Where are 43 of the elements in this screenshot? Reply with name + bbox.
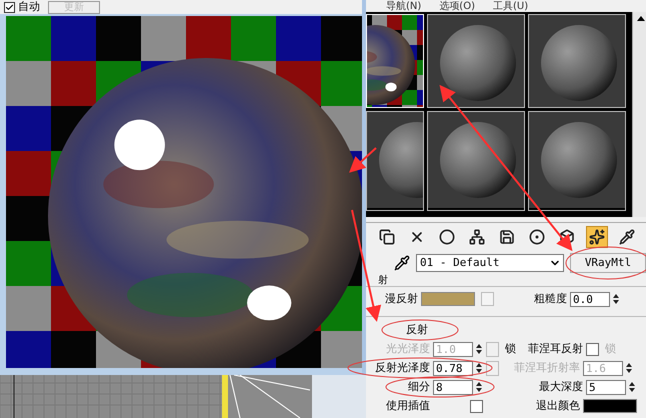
annotation-arrow — [349, 147, 377, 173]
spinner-field[interactable]: 0.0 — [570, 292, 610, 306]
scrollbar[interactable] — [632, 12, 646, 217]
color-swatch[interactable] — [421, 292, 475, 306]
checkbox-label: 自动 — [18, 1, 40, 13]
lock-toggle[interactable] — [486, 342, 499, 356]
param-label: 反射 — [406, 322, 428, 338]
spinner-field[interactable]: 8 — [433, 380, 473, 394]
checkbox[interactable] — [470, 400, 483, 412]
param-label: 退出颜色 — [535, 398, 580, 414]
spinner-field[interactable]: 0.78 — [433, 360, 473, 376]
param-label: 菲涅耳折射率 — [513, 360, 580, 376]
menu-item[interactable]: 工具(U) — [492, 0, 528, 12]
color-swatch[interactable] — [583, 399, 637, 413]
spinner-field[interactable]: 5 — [586, 380, 626, 394]
menu-item[interactable]: 导航(N) — [386, 0, 422, 12]
spinner-arrows-icon[interactable] — [475, 362, 483, 374]
spinner-arrows-icon[interactable] — [628, 380, 636, 394]
menu-item[interactable]: 选项(O) — [439, 0, 475, 12]
param-label: 最大深度 — [538, 378, 583, 395]
spinner-arrows-icon[interactable] — [475, 380, 483, 394]
material-type-button[interactable]: VRayMtl — [570, 253, 646, 273]
param-label: 光光泽度 — [385, 340, 430, 357]
material-name: 01 - Default — [420, 254, 500, 271]
param-label: 锁 — [504, 340, 516, 357]
lock-toggle[interactable] — [486, 360, 499, 376]
checkbox[interactable] — [4, 2, 15, 12]
param-label: 菲涅耳反射 — [527, 340, 583, 357]
scroll-up-icon[interactable] — [636, 16, 644, 21]
sparkle-icon[interactable] — [586, 226, 608, 248]
param-label: 细分 — [407, 378, 430, 395]
spinner-arrows-icon[interactable] — [612, 292, 620, 306]
spinner-arrows-icon[interactable] — [475, 342, 483, 356]
material-name-dropdown[interactable]: 01 - Default — [416, 254, 564, 272]
param-label: 锁 — [604, 340, 616, 357]
param-label: 使用插值 — [385, 398, 430, 414]
spinner-arrows-icon[interactable] — [625, 362, 633, 374]
eyedropper-icon[interactable] — [394, 255, 410, 271]
param-label: 漫反射 — [384, 290, 418, 307]
param-label: 粗糙度 — [533, 290, 567, 307]
rollout-label: 射 — [378, 276, 388, 286]
param-label: 反射光泽度 — [374, 360, 430, 376]
checkbox[interactable] — [586, 342, 599, 356]
